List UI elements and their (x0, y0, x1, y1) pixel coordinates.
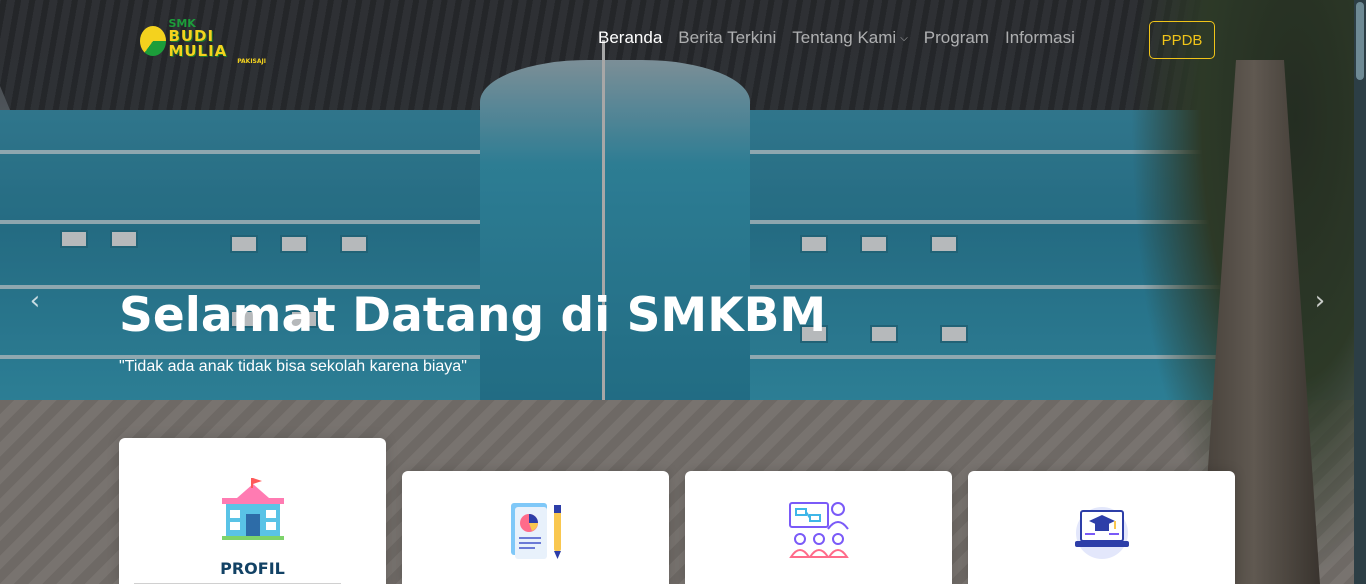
nav-informasi-label: Informasi (1004, 28, 1075, 47)
report-document-icon (510, 503, 561, 559)
nav-program[interactable]: Program (924, 28, 989, 48)
logo-budi-mulia: BUDI MULIA (168, 26, 228, 60)
hero-title: Selamat Datang di SMKBM (119, 288, 827, 343)
nav-beranda-label: Beranda (598, 28, 663, 47)
card-profil-title: PROFIL (220, 559, 285, 578)
card-pendidikan[interactable] (968, 471, 1235, 584)
scrollbar-thumb[interactable] (1356, 2, 1364, 80)
nav-berita-label: Berita Terkini (678, 28, 777, 47)
teacher-classroom-icon (788, 502, 849, 558)
site-logo[interactable]: SMK BUDI MULIA PAKISAJI (140, 18, 266, 64)
page-scrollbar[interactable] (1354, 0, 1366, 584)
chevron-left-icon[interactable]: ‹ (20, 286, 50, 316)
logo-emblem-icon (140, 26, 167, 56)
nav-berita-terkini[interactable]: Berita Terkini (678, 28, 776, 48)
card-pengajar[interactable] (685, 471, 952, 584)
nav-beranda[interactable]: Beranda (598, 28, 662, 48)
logo-text: SMK BUDI MULIA PAKISAJI (168, 18, 266, 65)
main-nav: Beranda Berita Terkini Tentang Kami ⌵ Pro… (598, 28, 1075, 48)
nav-program-label: Program (923, 28, 989, 47)
ppdb-button[interactable]: PPDB (1149, 21, 1215, 59)
nav-tentang-label: Tentang Kami (792, 28, 897, 47)
chevron-right-icon[interactable]: › (1305, 286, 1335, 316)
navbar: SMK BUDI MULIA PAKISAJI Beranda Berita T… (0, 0, 1366, 80)
card-laporan[interactable] (402, 471, 669, 584)
card-profil[interactable]: PROFIL (119, 438, 386, 584)
hero-quote: "Tidak ada anak tidak bisa sekolah karen… (119, 358, 467, 375)
nav-tentang-kami[interactable]: Tentang Kami ⌵ (792, 28, 908, 48)
online-graduation-icon (1074, 507, 1129, 559)
nav-informasi[interactable]: Informasi (1005, 28, 1075, 48)
school-building-icon (221, 478, 284, 540)
chevron-down-icon: ⌵ (900, 32, 908, 44)
